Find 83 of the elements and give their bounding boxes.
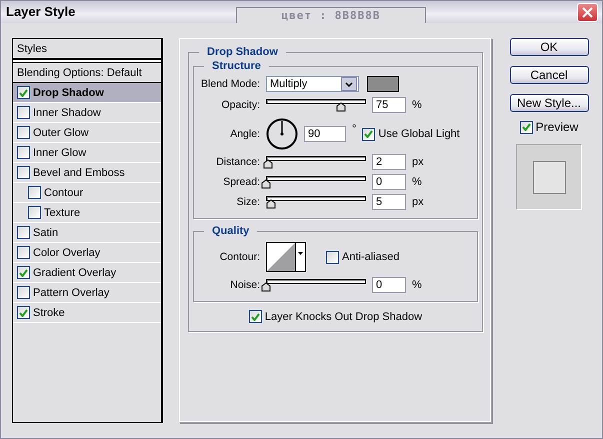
slider-thumb[interactable]	[261, 282, 271, 292]
group-title: Quality	[211, 225, 250, 237]
checkbox[interactable]	[17, 126, 30, 139]
checkbox[interactable]	[248, 310, 262, 323]
caret-icon	[295, 243, 305, 271]
checkbox[interactable]	[17, 106, 30, 119]
dialog-button[interactable]: New Style...	[510, 94, 588, 112]
field-label: Contour:	[218, 251, 260, 263]
item-label: Contour	[44, 186, 84, 198]
sidebar-item[interactable]: Color Overlay	[13, 243, 161, 263]
unit-label: °	[352, 123, 356, 135]
unit-label: %	[412, 176, 422, 188]
slider-label: Size:	[236, 196, 260, 208]
sidebar-item[interactable]: Stroke	[13, 303, 161, 323]
checkbox-label: Use Global Light	[378, 128, 460, 140]
checkbox[interactable]	[362, 128, 376, 140]
checkbox[interactable]	[17, 306, 30, 319]
slider-label: Spread:	[222, 176, 260, 188]
close-icon	[582, 7, 593, 18]
unit-label: px	[412, 156, 424, 168]
checkbox[interactable]	[17, 266, 30, 279]
value-field[interactable]: 0	[372, 277, 406, 293]
item-label: Color Overlay	[33, 246, 100, 258]
value-field[interactable]: 5	[372, 194, 406, 210]
item-label: Pattern Overlay	[33, 286, 110, 298]
group-title: Drop Shadow	[206, 46, 279, 58]
field-label: Blend Mode:	[200, 78, 260, 90]
checkbox[interactable]	[17, 226, 30, 239]
angle-field[interactable]: 90	[304, 126, 346, 142]
item-label: Drop Shadow	[33, 86, 104, 98]
item-label: Inner Shadow	[33, 106, 101, 118]
contour-picker[interactable]	[266, 242, 306, 272]
item-label: Bevel and Emboss	[33, 166, 125, 178]
slider-label: Distance:	[215, 156, 260, 168]
checkbox[interactable]	[17, 86, 30, 99]
sidebar-item[interactable]: Contour	[13, 183, 161, 203]
item-label: Satin	[33, 226, 58, 238]
checkbox-label: Layer Knocks Out Drop Shadow	[264, 310, 422, 322]
unit-label: px	[412, 196, 424, 208]
preview-thumbnail	[516, 144, 582, 210]
slider-thumb[interactable]	[261, 178, 271, 188]
sidebar-item[interactable]: Drop Shadow	[13, 83, 161, 103]
checkbox[interactable]	[326, 250, 339, 264]
field-label: Angle:	[229, 128, 260, 140]
value-field[interactable]: 2	[372, 154, 406, 170]
slider-label: Noise:	[229, 279, 260, 291]
sidebar-item[interactable]: Texture	[13, 203, 161, 223]
sidebar-item[interactable]: Outer Glow	[13, 123, 161, 143]
slider-label: Opacity:	[220, 99, 260, 111]
sidebar-item[interactable]: Bevel and Emboss	[13, 163, 161, 183]
chevron-down-icon	[345, 82, 353, 86]
checkbox[interactable]	[17, 166, 30, 179]
close-button[interactable]	[577, 3, 598, 22]
contour-curve-icon	[267, 243, 295, 271]
dialog-button[interactable]: OK	[510, 38, 588, 56]
checkbox[interactable]	[17, 286, 30, 299]
checkbox-label: Anti-aliased	[342, 251, 400, 263]
dialog-button[interactable]: Cancel	[510, 66, 588, 84]
value-field[interactable]: 0	[372, 174, 406, 190]
item-label: Inner Glow	[33, 146, 86, 158]
value-field[interactable]: 75	[372, 97, 406, 113]
group-title: Structure	[211, 60, 262, 72]
window-title: Layer Style	[5, 4, 76, 21]
item-label: Texture	[44, 206, 80, 218]
sidebar-item[interactable]: Inner Glow	[13, 143, 161, 163]
checkbox[interactable]	[28, 206, 41, 219]
item-label: Stroke	[33, 306, 65, 318]
checkbox[interactable]	[17, 146, 30, 159]
unit-label: %	[412, 279, 422, 291]
checkbox[interactable]	[17, 246, 30, 259]
angle-dial[interactable]	[266, 118, 298, 150]
color-swatch[interactable]	[367, 76, 399, 92]
blend-mode-dropdown[interactable]: Multiply	[266, 76, 359, 92]
sidebar-item[interactable]: Pattern Overlay	[13, 283, 161, 303]
checkbox[interactable]	[28, 186, 41, 199]
sidebar-item[interactable]: Satin	[13, 223, 161, 243]
checkbox[interactable]	[520, 120, 533, 134]
unit-label: %	[412, 99, 422, 111]
checkbox-label: Preview	[536, 120, 578, 134]
item-label: Gradient Overlay	[33, 266, 116, 278]
item-label: Outer Glow	[33, 126, 89, 138]
sidebar-item[interactable]: Gradient Overlay	[13, 263, 161, 283]
sidebar-item[interactable]: Inner Shadow	[13, 103, 161, 123]
